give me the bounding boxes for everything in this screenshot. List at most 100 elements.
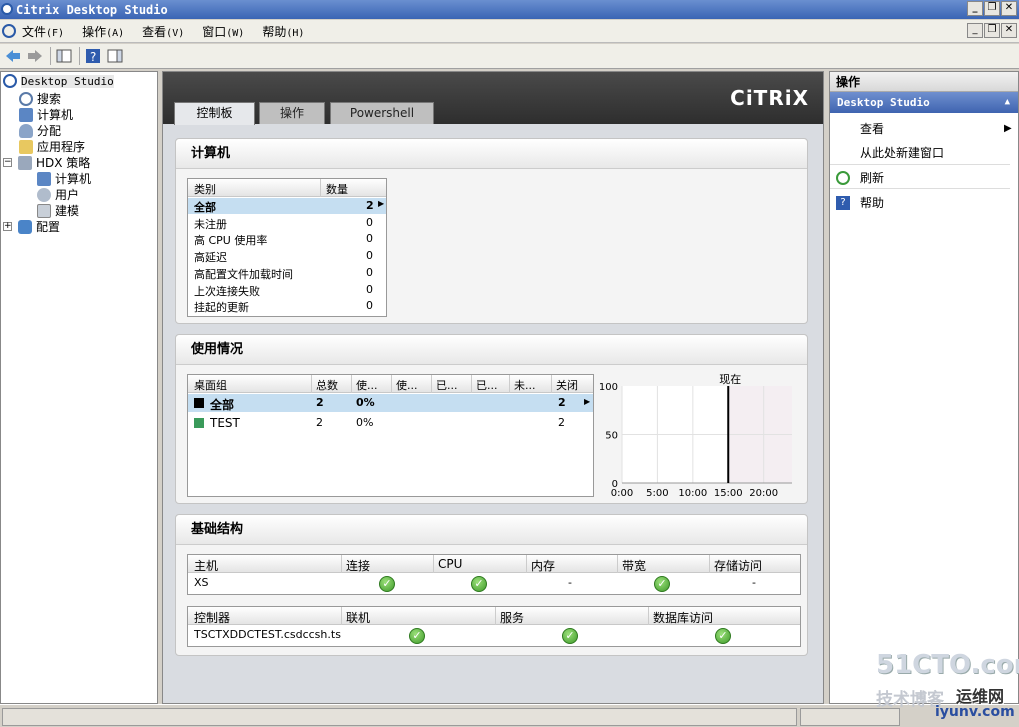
- action-refresh[interactable]: 刷新: [836, 169, 1016, 186]
- usage-col-header[interactable]: 关闭: [556, 377, 578, 393]
- col-count[interactable]: 数量: [326, 181, 348, 197]
- category-label[interactable]: 全部: [194, 199, 216, 215]
- category-count: 2: [366, 199, 374, 212]
- controllers-col-header[interactable]: 控制器: [194, 609, 230, 626]
- menu-file[interactable]: 文件(F): [22, 23, 64, 40]
- restore-button[interactable]: ❐: [984, 1, 1000, 16]
- users-icon: [37, 187, 51, 202]
- category-label[interactable]: 挂起的更新: [194, 299, 249, 315]
- color-swatch: [194, 398, 204, 408]
- tab-actions[interactable]: 操作: [259, 102, 325, 124]
- tab-powershell[interactable]: Powershell: [330, 102, 434, 124]
- help-icon[interactable]: ?: [84, 47, 102, 65]
- service-ok-icon: ✓: [562, 628, 578, 644]
- collapse-up-icon[interactable]: ▲: [1005, 92, 1010, 113]
- search-icon: [19, 91, 33, 106]
- category-label[interactable]: 高 CPU 使用率: [194, 232, 267, 248]
- host-name[interactable]: XS: [194, 576, 209, 589]
- tree-item-hdx-policy[interactable]: − HDX 策略: [3, 154, 90, 171]
- infrastructure-title: 基础结构: [176, 515, 807, 545]
- hosts-col-header[interactable]: 存储访问: [714, 557, 762, 574]
- tree-item-applications[interactable]: 应用程序: [19, 138, 85, 155]
- studio-icon: [3, 74, 17, 88]
- category-count: 0: [366, 265, 373, 279]
- controller-name[interactable]: TSCTXDDCTEST.csdccsh.ts: [194, 628, 341, 641]
- usage-col-header[interactable]: 已...: [476, 377, 498, 393]
- col-category[interactable]: 类别: [194, 181, 216, 197]
- mmc-icon: [2, 24, 16, 38]
- category-label[interactable]: 高配置文件加载时间: [194, 266, 293, 282]
- x-tick-label: 15:00: [714, 488, 743, 499]
- policy-icon: [18, 155, 32, 170]
- desktop-group-name[interactable]: TEST: [210, 416, 240, 430]
- tree-item-assignment[interactable]: 分配: [19, 122, 61, 139]
- child-close-button[interactable]: ✕: [1001, 23, 1017, 38]
- console-tree: Desktop Studio 搜索 计算机 分配 应用程序 − HDX 策略 计算…: [0, 71, 158, 704]
- menu-help[interactable]: 帮助(H): [262, 23, 304, 40]
- x-tick-label: 5:00: [646, 488, 668, 499]
- child-restore-button[interactable]: ❐: [984, 23, 1000, 38]
- tree-item-policy-users[interactable]: 用户: [37, 186, 79, 203]
- tree-item-modeling[interactable]: 建模: [37, 202, 79, 219]
- category-label[interactable]: 上次连接失败: [194, 283, 260, 299]
- desktop-group-total: 2: [316, 396, 324, 409]
- usage-grid-header: 桌面组 总数 使... 使... 已... 已... 未... 关闭: [188, 375, 593, 393]
- hosts-grid-header: 主机 连接 CPU 内存 带宽 存储访问: [188, 555, 800, 573]
- hosts-col-header[interactable]: 连接: [346, 557, 370, 574]
- tree-item-computers[interactable]: 计算机: [19, 106, 73, 123]
- collapse-icon[interactable]: −: [3, 158, 12, 167]
- usage-col-header[interactable]: 桌面组: [194, 377, 227, 393]
- tree-item-search[interactable]: 搜索: [19, 90, 61, 107]
- expand-icon[interactable]: +: [3, 222, 12, 231]
- controllers-col-header[interactable]: 数据库访问: [653, 609, 713, 626]
- desktop-group-name[interactable]: 全部: [210, 396, 234, 413]
- usage-chart: 现在1005000:00 5:00 10:00 15:00 20:00: [599, 373, 792, 499]
- action-help[interactable]: ? 帮助: [836, 194, 1016, 211]
- menu-view[interactable]: 查看(V): [142, 23, 184, 40]
- category-count: 0: [366, 249, 373, 263]
- desktop-group-pct: 0%: [356, 396, 375, 409]
- watermark-51cto: 51CTO.com: [876, 650, 1019, 680]
- desktop-group-off: 2: [558, 396, 566, 409]
- help-icon: ?: [836, 195, 850, 210]
- computer-icon: [37, 171, 51, 186]
- row-arrow-icon[interactable]: ▶: [378, 199, 384, 208]
- usage-col-header[interactable]: 总数: [316, 377, 338, 393]
- minimize-button[interactable]: _: [967, 1, 983, 16]
- show-hide-tree-icon[interactable]: [55, 47, 73, 65]
- menu-action[interactable]: 操作(A): [82, 23, 124, 40]
- bandwidth-ok-icon: ✓: [654, 576, 670, 592]
- hosts-col-header[interactable]: 带宽: [622, 557, 646, 574]
- usage-col-header[interactable]: 已...: [436, 377, 458, 393]
- hosts-col-header[interactable]: 主机: [194, 557, 218, 574]
- controllers-grid-header: 控制器 联机 服务 数据库访问: [188, 607, 800, 625]
- menu-window[interactable]: 窗口(W): [202, 23, 244, 40]
- forward-arrow-icon[interactable]: [26, 47, 44, 65]
- x-tick-label: 0:00: [611, 488, 633, 499]
- category-label[interactable]: 高延迟: [194, 249, 227, 265]
- tree-item-policy-computers[interactable]: 计算机: [37, 170, 91, 187]
- show-hide-action-pane-icon[interactable]: [106, 47, 124, 65]
- dashboard-pane: CiTRiX 控制板 操作 Powershell 计算机 类别 数量 全部 2 未注…: [162, 71, 824, 704]
- action-view[interactable]: 查看 ▶: [860, 120, 1019, 137]
- usage-col-header[interactable]: 使...: [396, 377, 418, 393]
- hosts-col-header[interactable]: 内存: [531, 557, 555, 574]
- tab-dashboard[interactable]: 控制板: [174, 102, 255, 125]
- status-secondary: [800, 708, 900, 726]
- close-button[interactable]: ✕: [1001, 1, 1017, 16]
- action-new-window[interactable]: 从此处新建窗口: [860, 144, 1019, 161]
- controllers-col-header[interactable]: 联机: [346, 609, 370, 626]
- back-arrow-icon[interactable]: [4, 47, 22, 65]
- actions-section-header[interactable]: Desktop Studio ▲: [830, 92, 1018, 113]
- row-arrow-icon[interactable]: ▶: [584, 397, 590, 406]
- tree-item-configuration[interactable]: + 配置: [3, 218, 60, 235]
- tree-root[interactable]: Desktop Studio: [3, 74, 114, 88]
- usage-col-header[interactable]: 未...: [514, 377, 536, 393]
- controllers-col-header[interactable]: 服务: [500, 609, 524, 626]
- category-label[interactable]: 未注册: [194, 216, 227, 232]
- hosts-col-header[interactable]: CPU: [438, 557, 462, 571]
- svg-text:?: ?: [90, 50, 96, 64]
- child-minimize-button[interactable]: _: [967, 23, 983, 38]
- usage-col-header[interactable]: 使...: [356, 377, 378, 393]
- toolbar: ?: [0, 44, 1019, 69]
